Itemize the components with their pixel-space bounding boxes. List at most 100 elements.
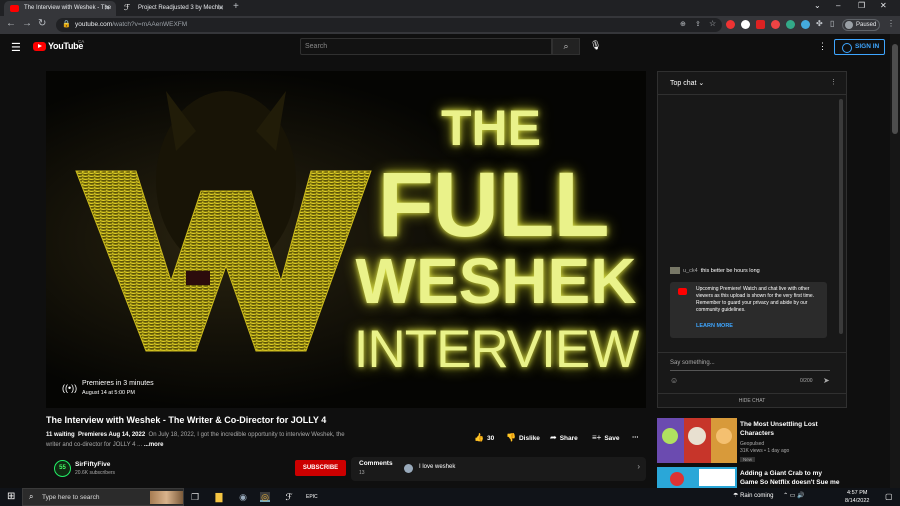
subscriber-count: 20.6K subscribers bbox=[75, 470, 116, 476]
top-chat-dropdown[interactable]: Top chat ⌄ bbox=[670, 79, 704, 87]
close-tab-icon[interactable]: ✕ bbox=[218, 1, 224, 16]
bookmark-star-icon[interactable]: ☆ bbox=[709, 19, 716, 28]
lock-icon: 🔒 bbox=[62, 21, 71, 28]
related-title[interactable]: The Most Unsettling Lost Characters bbox=[740, 420, 840, 438]
file-explorer-icon[interactable]: ▇ bbox=[214, 492, 224, 502]
related-title[interactable]: Adding a Giant Crab to my Game So Netfli… bbox=[740, 469, 840, 487]
playlist-add-icon: ≡+ bbox=[592, 433, 602, 442]
search-highlight-image bbox=[150, 491, 183, 504]
maximize-button[interactable]: ❐ bbox=[858, 1, 865, 10]
browser-menu-icon[interactable]: ⋮ bbox=[887, 19, 895, 28]
chevron-right-icon: › bbox=[637, 462, 640, 471]
app-icon[interactable]: ℱ bbox=[284, 492, 294, 502]
tab-search-icon[interactable]: ⌄ bbox=[814, 1, 821, 10]
channel-row: 55 SirFiftyFive 20.6K subscribers SUBSCR… bbox=[46, 457, 646, 481]
side-panel-icon[interactable]: ▯ bbox=[830, 19, 834, 28]
task-view-icon[interactable]: ❐ bbox=[190, 492, 200, 502]
related-meta: 31K views • 1 day ago bbox=[740, 448, 790, 454]
related-channel: Geopulsed bbox=[740, 441, 765, 447]
windows-start-icon[interactable]: ⊞ bbox=[7, 492, 15, 502]
more-link[interactable]: ...more bbox=[144, 442, 164, 448]
emoji-icon[interactable]: ☺ bbox=[670, 376, 678, 385]
share-arrow-icon: ➦ bbox=[550, 433, 557, 442]
chat-menu-icon[interactable]: ⋮ bbox=[830, 78, 837, 86]
close-tab-icon[interactable]: ✕ bbox=[104, 1, 110, 16]
channel-avatar[interactable]: 55 bbox=[54, 460, 71, 477]
related-thumbnail[interactable] bbox=[657, 467, 737, 488]
dislike-button[interactable]: 👎 Dislike bbox=[506, 433, 540, 442]
channel-name[interactable]: SirFiftyFive bbox=[75, 461, 110, 468]
url-host: youtube.com bbox=[75, 21, 113, 28]
browser-tab-project[interactable]: ℱ Project Readjusted 3 by Mechlu ✕ bbox=[118, 1, 230, 16]
chat-scrollbar[interactable] bbox=[839, 99, 843, 334]
minimize-button[interactable]: – bbox=[836, 1, 840, 10]
divider bbox=[670, 370, 830, 371]
microphone-icon[interactable]: 🎙 bbox=[590, 40, 601, 51]
address-bar[interactable]: 🔒 youtube.com/watch?v=mAAenWEXFM ⊕ ⇪ ☆ bbox=[56, 18, 722, 32]
weather-text[interactable]: Rain coming bbox=[740, 493, 773, 499]
video-title: The Interview with Weshek - The Writer &… bbox=[46, 415, 327, 425]
save-button[interactable]: ≡+ Save bbox=[592, 433, 620, 442]
windows-taskbar: ⊞ ⌕ Type here to search ❐ ▇ ◉ ◎ ℱ EPIC ☂… bbox=[0, 488, 900, 506]
share-button[interactable]: ➦ Share bbox=[550, 433, 578, 442]
menu-hamburger-icon[interactable]: ☰ bbox=[11, 41, 21, 54]
browser-tab-strip: The Interview with Weshek - The ✕ ℱ Proj… bbox=[0, 0, 900, 16]
close-window-button[interactable]: ✕ bbox=[880, 1, 887, 10]
extension-icon[interactable] bbox=[786, 20, 795, 29]
comments-teaser[interactable]: Comments 13 I love weshek › bbox=[351, 457, 646, 481]
sign-in-button[interactable]: SIGN IN bbox=[834, 39, 885, 55]
install-app-icon[interactable]: ⊕ bbox=[680, 20, 686, 28]
page-scrollbar[interactable] bbox=[890, 34, 900, 488]
search-icon: ⌕ bbox=[29, 492, 34, 501]
live-chat-panel: Top chat ⌄ ⋮ u_ck4 this better be hours l… bbox=[657, 71, 847, 408]
notification-icon[interactable]: ▢ bbox=[885, 492, 893, 501]
extension-icon[interactable] bbox=[801, 20, 810, 29]
chrome-icon[interactable]: ◎ bbox=[260, 492, 270, 502]
like-button[interactable]: 👍 30 bbox=[474, 433, 494, 442]
itch-favicon-icon: ℱ bbox=[124, 3, 131, 12]
back-arrow-icon[interactable]: ← bbox=[6, 18, 16, 29]
network-icon[interactable]: ▭ bbox=[790, 493, 796, 499]
profile-button[interactable]: Paused bbox=[842, 19, 880, 31]
scrollbar-thumb[interactable] bbox=[892, 44, 898, 134]
divider bbox=[658, 94, 846, 95]
extensions-puzzle-icon[interactable]: ✤ bbox=[816, 19, 823, 28]
chat-input[interactable]: Say something... bbox=[670, 360, 715, 366]
related-thumbnail[interactable] bbox=[657, 418, 737, 463]
epic-games-icon[interactable]: EPIC bbox=[306, 492, 318, 502]
send-icon[interactable]: ➤ bbox=[823, 376, 830, 385]
youtube-favicon-icon bbox=[10, 5, 19, 12]
forward-arrow-icon[interactable]: → bbox=[22, 18, 32, 29]
extension-icon[interactable] bbox=[741, 20, 750, 29]
extension-icon[interactable] bbox=[771, 20, 780, 29]
search-button[interactable]: ⌕ bbox=[552, 38, 580, 55]
volume-icon[interactable]: 🔊 bbox=[797, 493, 804, 499]
thumbs-up-icon: 👍 bbox=[474, 433, 484, 442]
hide-chat-button[interactable]: HIDE CHAT bbox=[658, 393, 846, 407]
youtube-masthead: ☰ YouTube CA Search ⌕ 🎙 ⋮ SIGN IN bbox=[0, 34, 890, 60]
thumbs-down-icon: 👎 bbox=[506, 433, 516, 442]
weather-icon: ☂ bbox=[733, 493, 739, 499]
video-player[interactable]: THE FULL WESHEK INTERVIEW ((•)) Premiere… bbox=[46, 71, 646, 408]
share-icon[interactable]: ⇪ bbox=[695, 20, 701, 28]
extension-icon[interactable] bbox=[756, 20, 765, 29]
steam-icon[interactable]: ◉ bbox=[238, 492, 248, 502]
taskbar-clock[interactable]: 4:57 PM 8/14/2022 bbox=[845, 489, 869, 505]
browser-toolbar: ← → ↻ 🔒 youtube.com/watch?v=mAAenWEXFM ⊕… bbox=[0, 16, 900, 34]
learn-more-link[interactable]: LEARN MORE bbox=[696, 323, 733, 329]
search-input[interactable]: Search bbox=[300, 38, 552, 55]
chat-avatar bbox=[670, 267, 680, 274]
extension-adblock-icon[interactable] bbox=[726, 20, 735, 29]
youtube-icon bbox=[678, 288, 687, 295]
video-description[interactable]: 11 waiting Premieres Aug 14, 2022 On Jul… bbox=[46, 431, 346, 450]
new-tab-button[interactable]: + bbox=[233, 1, 239, 12]
subscribe-button[interactable]: SUBSCRIBE bbox=[295, 460, 346, 476]
more-actions-icon[interactable]: ⋯ bbox=[632, 433, 639, 441]
reload-icon[interactable]: ↻ bbox=[38, 18, 46, 29]
chevron-up-icon[interactable]: ⌃ bbox=[783, 493, 788, 499]
browser-tab-youtube[interactable]: The Interview with Weshek - The ✕ bbox=[4, 1, 116, 16]
settings-kebab-icon[interactable]: ⋮ bbox=[818, 41, 827, 52]
taskbar-search[interactable]: ⌕ Type here to search bbox=[22, 488, 184, 506]
thumbnail-text-interview: INTERVIEW bbox=[353, 320, 640, 379]
thumbnail-text-weshek: WESHEK bbox=[355, 245, 637, 317]
